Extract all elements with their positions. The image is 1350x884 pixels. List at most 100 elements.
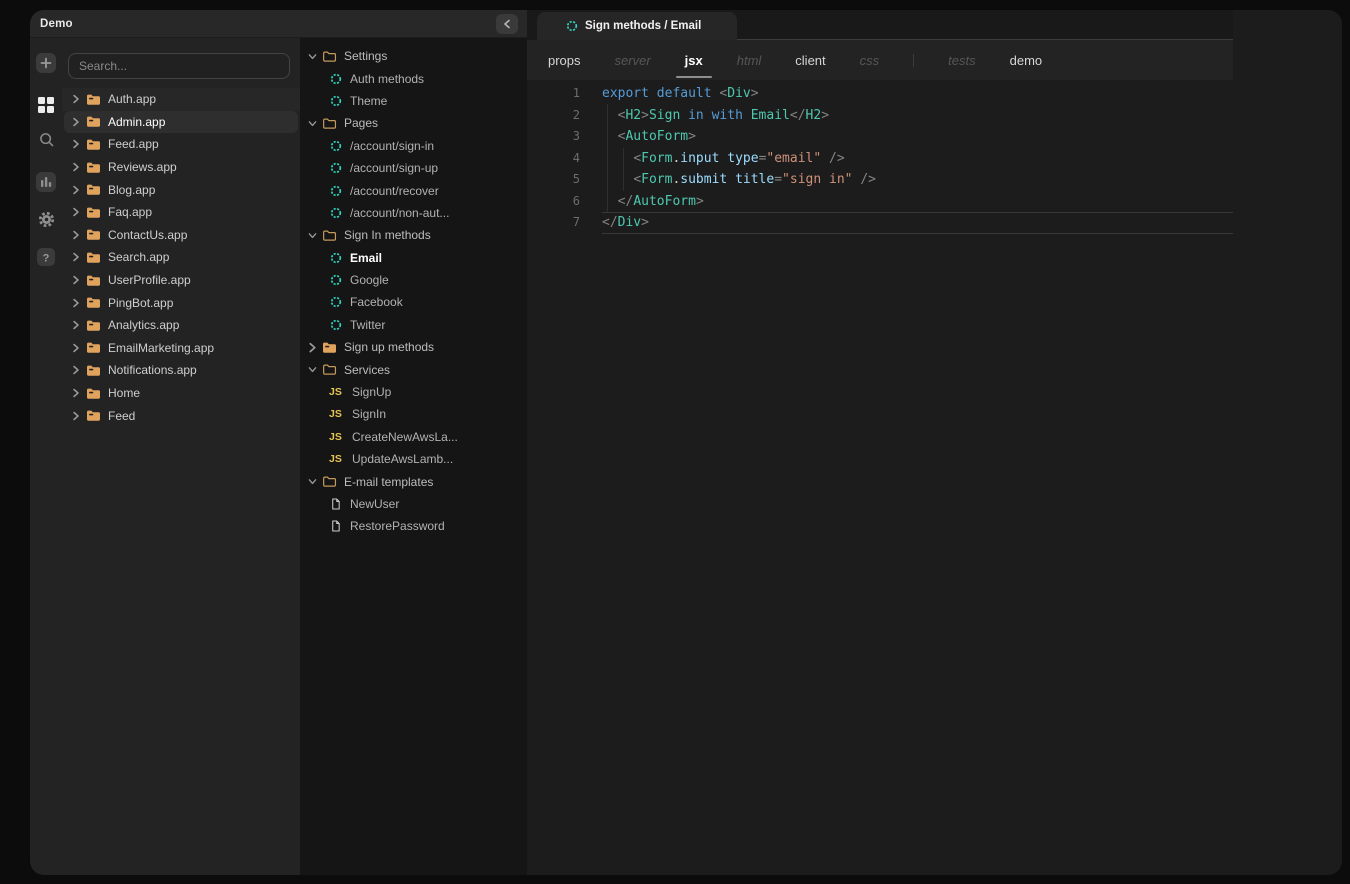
- file-tree-item[interactable]: Home: [62, 382, 300, 405]
- project-tree-item[interactable]: E-mail templates: [300, 470, 527, 492]
- project-tree-item[interactable]: /account/non-aut...: [300, 202, 527, 224]
- code-text: <H2>Sign in with Email</H2>: [580, 105, 829, 127]
- line-number: 6: [527, 191, 580, 213]
- chevron-right-icon[interactable]: [72, 365, 80, 375]
- code-line[interactable]: 1export default <Div>: [527, 83, 1233, 105]
- project-tree-item[interactable]: Theme: [300, 90, 527, 112]
- chevron-right-icon[interactable]: [72, 252, 80, 262]
- code-line[interactable]: 2 <H2>Sign in with Email</H2>: [527, 105, 1233, 127]
- chevron-right-icon[interactable]: [72, 139, 80, 149]
- chevron-down-icon[interactable]: [308, 51, 317, 61]
- project-tree-item[interactable]: RestorePassword: [300, 515, 527, 537]
- project-tree-item[interactable]: Sign up methods: [300, 336, 527, 358]
- project-tree-label: Theme: [350, 94, 387, 108]
- bar-chart-icon: [35, 171, 57, 198]
- chevron-right-icon[interactable]: [72, 162, 80, 172]
- chevron-right-icon[interactable]: [72, 94, 80, 104]
- file-tree-item[interactable]: Feed.app: [62, 133, 300, 156]
- project-tree-item[interactable]: Facebook: [300, 291, 527, 313]
- view-tab-server[interactable]: server: [615, 53, 651, 68]
- chevron-right-icon[interactable]: [72, 343, 80, 353]
- collapse-sidebar-button[interactable]: [496, 14, 518, 34]
- chevron-right-icon[interactable]: [72, 275, 80, 285]
- chevron-down-icon[interactable]: [308, 365, 317, 375]
- search-input[interactable]: [69, 59, 289, 73]
- code-line[interactable]: 3 <AutoForm>: [527, 126, 1233, 148]
- file-tree-item[interactable]: Analytics.app: [62, 314, 300, 337]
- project-tree-item[interactable]: /account/sign-in: [300, 135, 527, 157]
- project-tree-item[interactable]: Twitter: [300, 314, 527, 336]
- file-tree-item[interactable]: Notifications.app: [62, 359, 300, 382]
- chevron-right-icon[interactable]: [72, 230, 80, 240]
- code-line[interactable]: 4 <Form.input type="email" />: [527, 148, 1233, 170]
- rail-button-help[interactable]: ?: [35, 248, 57, 270]
- rail-button-apps[interactable]: [35, 96, 57, 118]
- project-tree-item[interactable]: NewUser: [300, 493, 527, 515]
- code-line[interactable]: 7</Div>: [527, 212, 1233, 234]
- project-tree-item[interactable]: /account/recover: [300, 179, 527, 201]
- file-tree-item[interactable]: Reviews.app: [62, 156, 300, 179]
- app-window: Demo ? Auth.appAdmin.appFeed.appReviews.…: [30, 10, 1342, 875]
- rail-button-analytics[interactable]: [35, 173, 57, 195]
- project-tree-item[interactable]: Auth methods: [300, 67, 527, 89]
- file-tree-item[interactable]: Search.app: [62, 246, 300, 269]
- chevron-right-icon[interactable]: [72, 185, 80, 195]
- project-tree-item[interactable]: JSCreateNewAwsLa...: [300, 426, 527, 448]
- code-text: export default <Div>: [580, 83, 759, 105]
- project-tree-item[interactable]: /account/sign-up: [300, 157, 527, 179]
- chevron-down-icon[interactable]: [308, 230, 317, 240]
- file-tree-item[interactable]: Faq.app: [62, 201, 300, 224]
- project-tree-item[interactable]: Email: [300, 247, 527, 269]
- project-tree-item[interactable]: JSSignUp: [300, 381, 527, 403]
- project-tree-item[interactable]: Pages: [300, 112, 527, 134]
- folder-icon: [86, 115, 101, 128]
- folder-icon: [86, 251, 101, 264]
- code-line[interactable]: 5 <Form.submit title="sign in" />: [527, 169, 1233, 191]
- project-tree-item[interactable]: Services: [300, 358, 527, 380]
- line-number: 1: [527, 83, 580, 105]
- view-tab-props[interactable]: props: [548, 53, 581, 68]
- project-tree-item[interactable]: Sign In methods: [300, 224, 527, 246]
- view-tab-css[interactable]: css: [860, 53, 880, 68]
- chevron-down-icon[interactable]: [308, 477, 317, 487]
- view-tab-tests[interactable]: tests: [948, 53, 975, 68]
- file-tree-item[interactable]: Auth.app: [62, 88, 300, 111]
- file-tree-label: Reviews.app: [108, 160, 177, 174]
- rail-button-add[interactable]: [35, 54, 57, 76]
- rail-button-search[interactable]: [35, 131, 57, 153]
- chevron-right-icon[interactable]: [72, 388, 80, 398]
- file-tree-item[interactable]: PingBot.app: [62, 291, 300, 314]
- view-tab-html[interactable]: html: [737, 53, 762, 68]
- line-number: 2: [527, 105, 580, 127]
- file-tree-item[interactable]: Admin.app: [64, 111, 298, 134]
- code-editor[interactable]: 1export default <Div>2 <H2>Sign in with …: [527, 80, 1233, 234]
- code-text: <Form.input type="email" />: [580, 148, 845, 170]
- folder-open-icon: [322, 363, 337, 376]
- project-tree-item[interactable]: Google: [300, 269, 527, 291]
- file-tree-item[interactable]: Blog.app: [62, 178, 300, 201]
- view-tab-jsx[interactable]: jsx: [685, 53, 703, 68]
- chevron-down-icon[interactable]: [308, 118, 317, 128]
- chevron-right-icon[interactable]: [72, 117, 80, 127]
- view-tab-demo[interactable]: demo: [1010, 53, 1043, 68]
- project-tree-item[interactable]: Settings: [300, 45, 527, 67]
- file-tree-item[interactable]: UserProfile.app: [62, 269, 300, 292]
- chevron-right-icon[interactable]: [72, 298, 80, 308]
- project-tree-label: Auth methods: [350, 72, 424, 86]
- open-file-tab[interactable]: Sign methods / Email: [537, 12, 737, 40]
- view-tabs-row: props server jsx html client css tests demo: [527, 40, 1233, 80]
- chevron-right-icon[interactable]: [72, 207, 80, 217]
- file-tree-item[interactable]: ContactUs.app: [62, 224, 300, 247]
- module-icon: [330, 140, 342, 152]
- rail-button-settings[interactable]: [35, 211, 57, 233]
- code-line[interactable]: 6 </AutoForm>: [527, 191, 1233, 213]
- file-tree-item[interactable]: Feed: [62, 404, 300, 427]
- project-tree-item[interactable]: JSSignIn: [300, 403, 527, 425]
- file-tree-item[interactable]: EmailMarketing.app: [62, 337, 300, 360]
- project-tree-item[interactable]: JSUpdateAwsLamb...: [300, 448, 527, 470]
- chevron-right-icon[interactable]: [72, 320, 80, 330]
- chevron-right-icon[interactable]: [72, 411, 80, 421]
- view-tab-client[interactable]: client: [795, 53, 825, 68]
- folder-icon: [322, 341, 337, 354]
- chevron-right-icon[interactable]: [308, 342, 317, 352]
